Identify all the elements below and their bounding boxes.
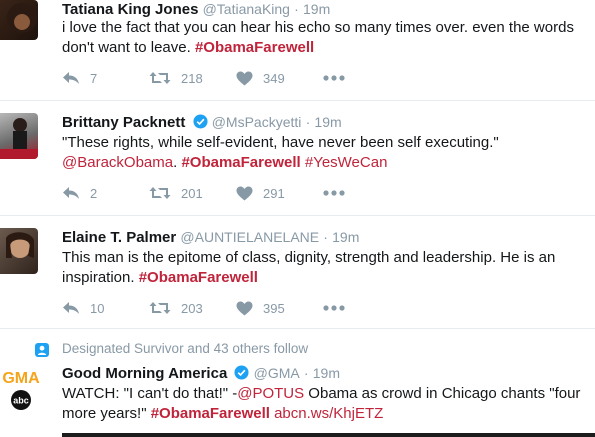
mention-link[interactable]: @BarackObama [62, 154, 173, 171]
author-name[interactable]: Elaine T. Palmer [62, 229, 176, 246]
avatar[interactable] [0, 113, 38, 159]
tweet-card[interactable]: Tatiana King Jones @TatianaKing · 19m i … [0, 0, 595, 101]
author-handle[interactable]: @GMA [254, 365, 300, 381]
url-link[interactable]: abcn.ws/KhjETZ [274, 405, 383, 422]
separator-dot: · [305, 114, 311, 130]
reply-button[interactable]: 10 [62, 301, 149, 316]
reply-button[interactable]: 7 [62, 71, 149, 86]
more-button[interactable] [323, 305, 363, 311]
separator-dot: · [303, 365, 309, 381]
retweet-icon [149, 187, 171, 199]
tweet-text: WATCH: "I can't do that!" -@POTUS Obama … [62, 384, 587, 424]
tweet-header: Elaine T. Palmer @AUNTIELANELANE · 19m [62, 228, 359, 247]
retweet-icon [149, 72, 171, 84]
reply-count: 10 [90, 300, 105, 316]
tweet-actions: 10 203 395 [62, 298, 363, 318]
follow-context-icon [35, 343, 49, 357]
avatar[interactable] [0, 228, 38, 274]
like-button[interactable]: 291 [236, 186, 323, 201]
retweet-button[interactable]: 218 [149, 71, 236, 86]
tweet-text: "These rights, while self-evident, have … [62, 133, 587, 173]
verified-badge-icon [193, 114, 208, 129]
timestamp[interactable]: 19m [314, 114, 341, 130]
verified-badge-icon [234, 365, 249, 380]
timestamp[interactable]: 19m [332, 229, 359, 245]
hashtag-link[interactable]: #ObamaFarewell [151, 405, 270, 422]
avatar[interactable] [0, 0, 38, 40]
author-name[interactable]: Brittany Packnett [62, 114, 185, 131]
heart-icon [236, 186, 253, 200]
abc-logo-text: abc [13, 396, 29, 406]
timestamp[interactable]: 19m [303, 1, 330, 17]
more-icon [323, 305, 345, 311]
tweet-text-segment: This man is the epitome of class, dignit… [62, 249, 556, 286]
avatar[interactable]: GMA abc [0, 367, 42, 413]
tweet-text-segment: i love the fact that you can hear his ec… [62, 19, 574, 56]
tweet-actions: 7 218 349 [62, 68, 363, 88]
tweet-card[interactable]: Designated Survivor and 43 others follow… [0, 329, 595, 437]
tweet-header: Good Morning America @GMA · 19m [62, 364, 340, 383]
retweet-count: 218 [181, 70, 203, 86]
retweet-count: 201 [181, 185, 203, 201]
reply-button[interactable]: 2 [62, 186, 149, 201]
tweet-actions: 2 201 291 [62, 183, 363, 203]
like-count: 395 [263, 300, 285, 316]
reply-count: 7 [90, 70, 98, 86]
retweet-count: 203 [181, 300, 203, 316]
tweet-text-segment: "These rights, while self-evident, have … [62, 134, 499, 151]
more-button[interactable] [323, 75, 363, 81]
reply-count: 2 [90, 185, 98, 201]
reply-icon [63, 187, 79, 199]
tweet-text: This man is the epitome of class, dignit… [62, 248, 587, 288]
more-button[interactable] [323, 190, 363, 196]
media-preview[interactable] [62, 433, 595, 437]
more-icon [323, 75, 345, 81]
more-icon [323, 190, 345, 196]
hashtag-link[interactable]: #ObamaFarewell [181, 154, 300, 171]
like-count: 291 [263, 185, 285, 201]
heart-icon [236, 71, 253, 85]
social-context[interactable]: Designated Survivor and 43 others follow [62, 341, 308, 356]
tweet-text-segment: WATCH: "I can't do that!" - [62, 385, 238, 402]
reply-icon [63, 302, 79, 314]
reply-icon [63, 72, 79, 84]
retweet-button[interactable]: 201 [149, 186, 236, 201]
author-name[interactable]: Good Morning America [62, 365, 227, 382]
like-button[interactable]: 395 [236, 301, 323, 316]
tweet-card[interactable]: Brittany Packnett @MsPackyetti · 19m "Th… [0, 101, 595, 216]
author-name[interactable]: Tatiana King Jones [62, 1, 198, 18]
tweet-text: i love the fact that you can hear his ec… [62, 18, 587, 58]
author-handle[interactable]: @MsPackyetti [212, 114, 302, 130]
mention-link[interactable]: #YesWeCan [305, 154, 388, 171]
like-count: 349 [263, 70, 285, 86]
hashtag-link[interactable]: #ObamaFarewell [195, 39, 314, 56]
timestamp[interactable]: 19m [313, 365, 340, 381]
author-handle[interactable]: @AUNTIELANELANE [180, 229, 319, 245]
retweet-button[interactable]: 203 [149, 301, 236, 316]
retweet-icon [149, 302, 171, 314]
heart-icon [236, 301, 253, 315]
mention-link[interactable]: @POTUS [237, 385, 304, 402]
hashtag-link[interactable]: #ObamaFarewell [139, 269, 258, 286]
like-button[interactable]: 349 [236, 71, 323, 86]
tweet-header: Tatiana King Jones @TatianaKing · 19m [62, 0, 330, 19]
author-handle[interactable]: @TatianaKing [203, 1, 290, 17]
separator-dot: · [294, 1, 299, 17]
tweet-header: Brittany Packnett @MsPackyetti · 19m [62, 113, 342, 132]
separator-dot: · [323, 229, 328, 245]
gma-logo-text: GMA [2, 370, 40, 387]
tweet-card[interactable]: Elaine T. Palmer @AUNTIELANELANE · 19m T… [0, 216, 595, 329]
